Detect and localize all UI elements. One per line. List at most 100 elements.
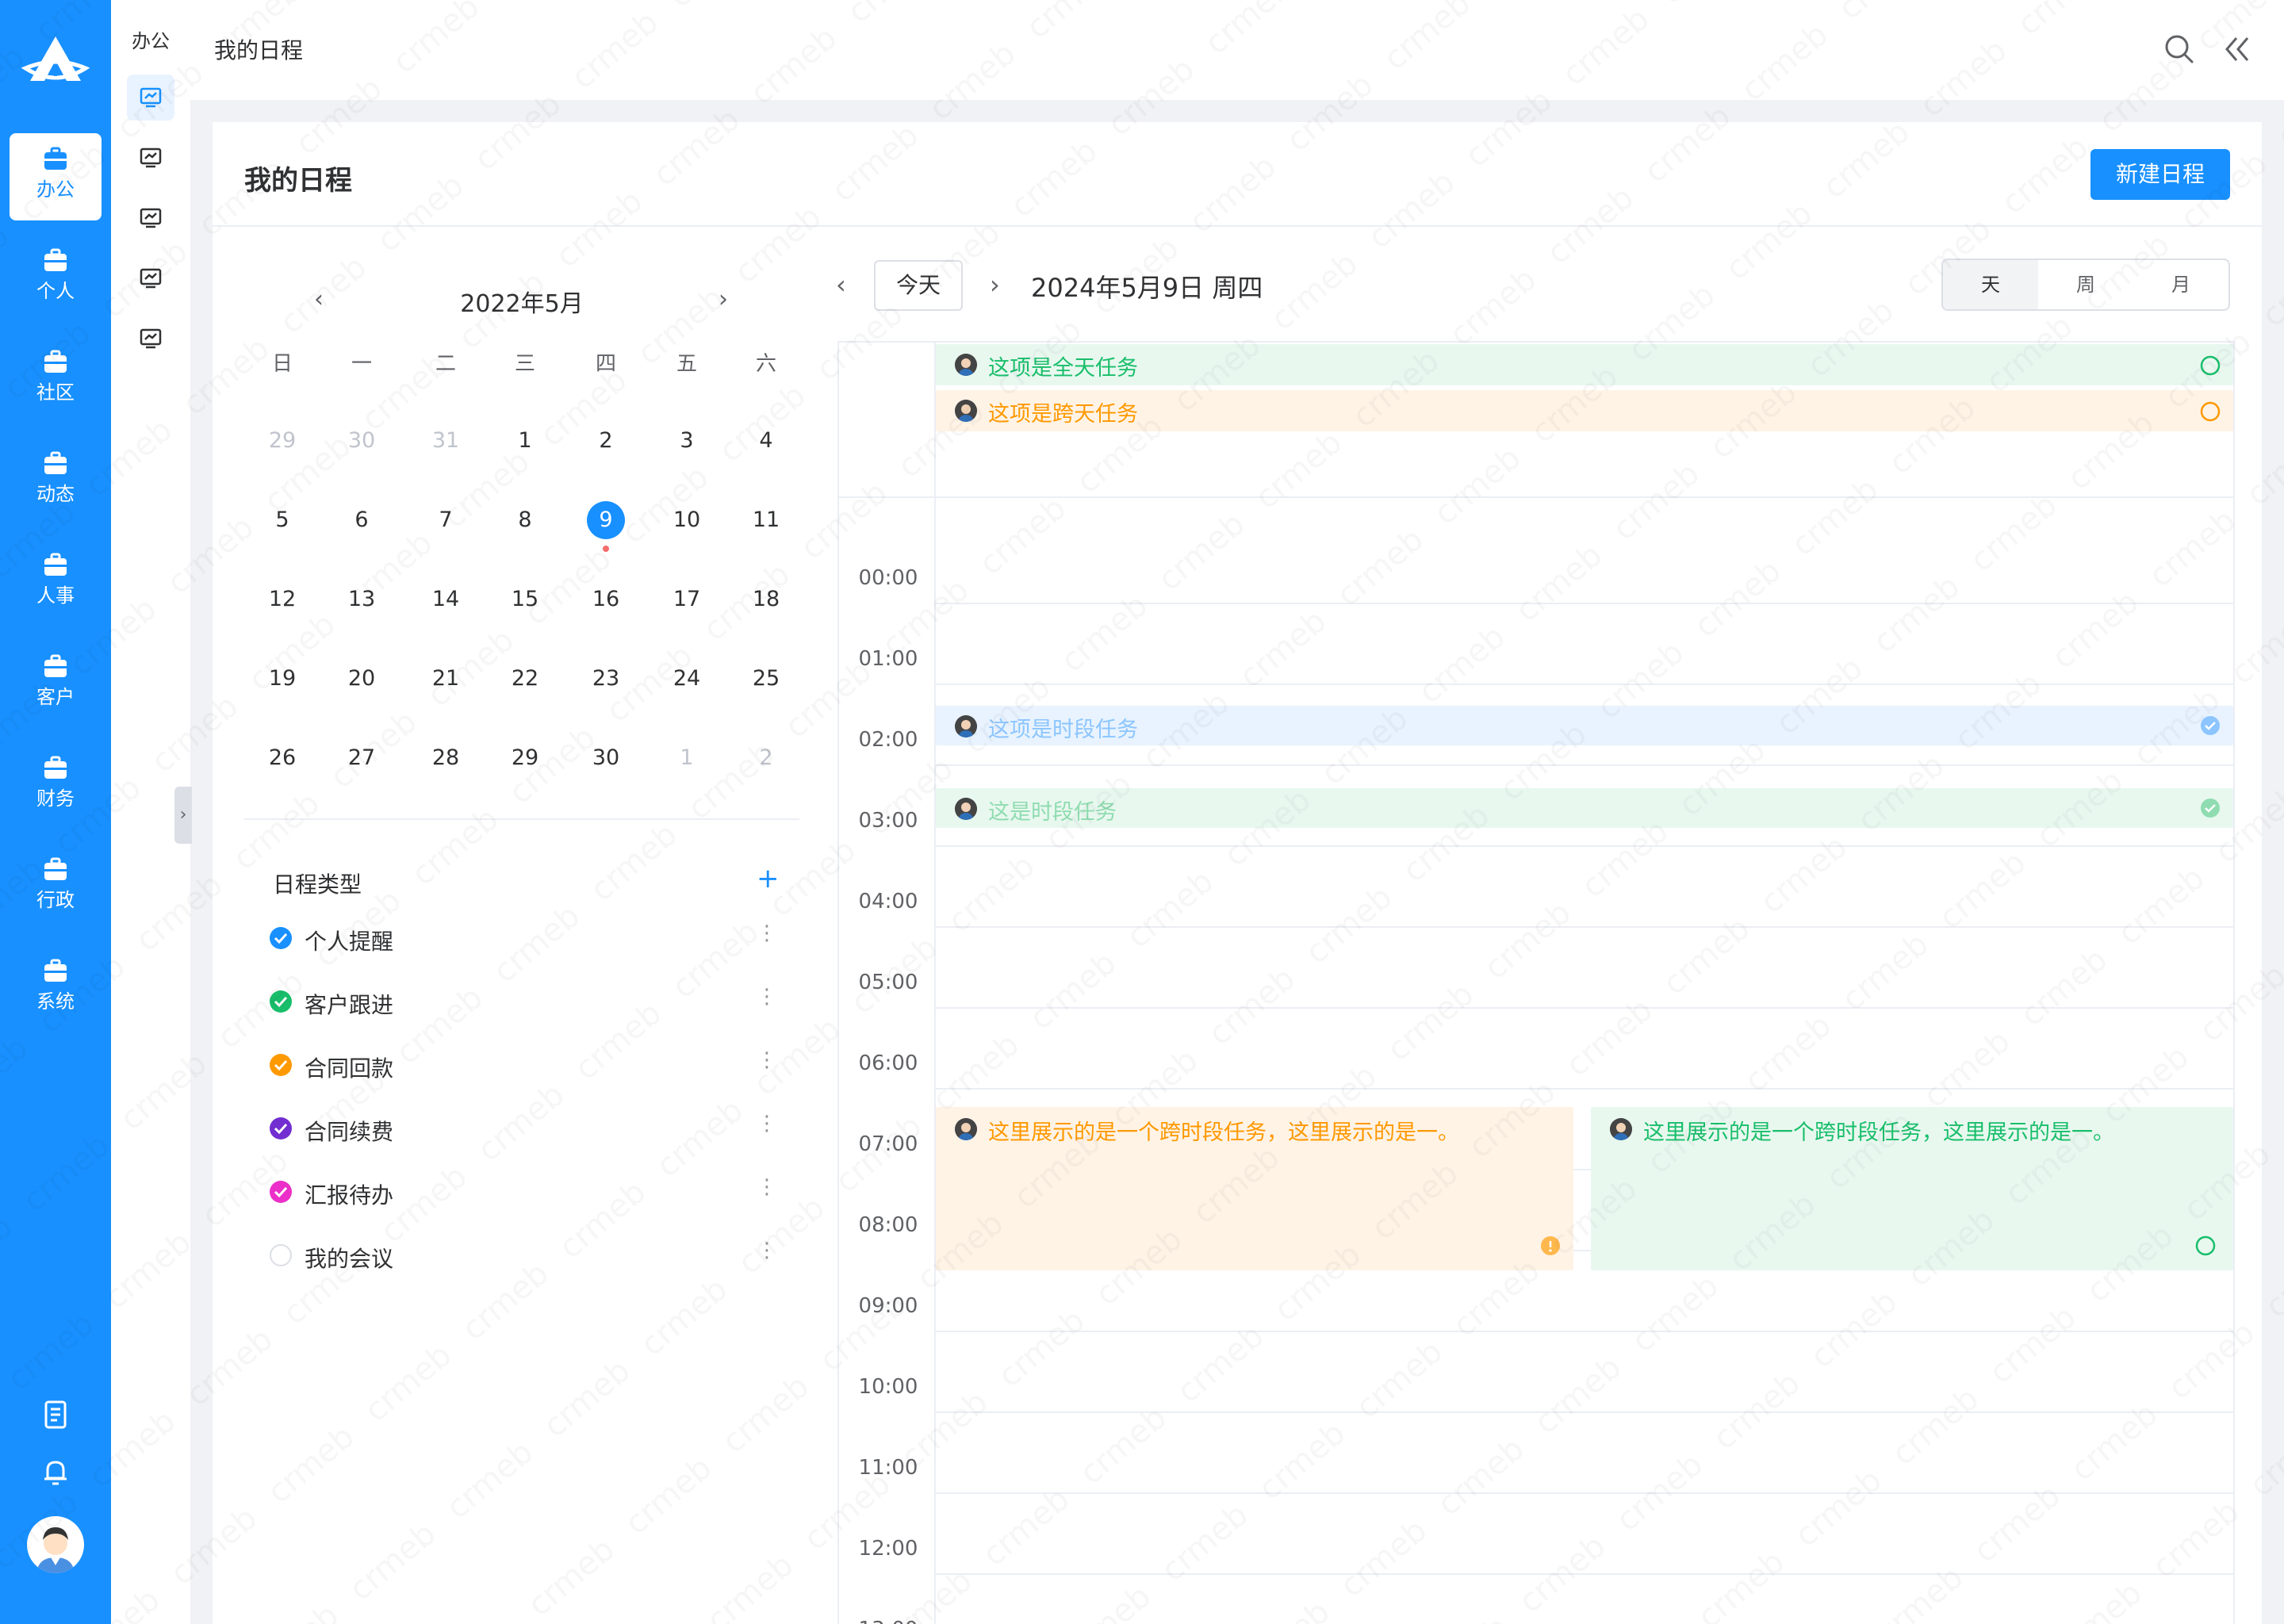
schedule-event[interactable]: 这是时段任务 — [936, 788, 2233, 828]
calendar-day-selected[interactable]: 9 — [582, 496, 630, 544]
warning-icon[interactable] — [1540, 1235, 1561, 1256]
calendar-day[interactable]: 26 — [259, 734, 306, 782]
schedule-type-row[interactable]: 我的会议 ⋮ — [270, 1235, 809, 1275]
calendar-day[interactable]: 5 — [259, 496, 306, 544]
calendar-day[interactable]: 3 — [663, 417, 711, 465]
add-type-button[interactable]: + — [757, 863, 780, 894]
monitor-chart-icon[interactable] — [127, 195, 174, 241]
check-circle-icon[interactable] — [2200, 798, 2221, 818]
schedule-event[interactable]: 这项是跨天任务 — [936, 390, 2233, 431]
calendar-day[interactable]: 21 — [422, 655, 469, 703]
schedule-event[interactable]: 这里展示的是一个跨时段任务，这里展示的是一。 — [1591, 1107, 2233, 1270]
more-options-icon[interactable]: ⋮ — [757, 1175, 777, 1199]
calendar-day[interactable]: 8 — [501, 496, 549, 544]
type-checkbox[interactable] — [270, 990, 292, 1013]
event-avatar — [955, 400, 977, 422]
view-month-tab[interactable]: 月 — [2133, 260, 2228, 309]
search-icon[interactable] — [2162, 32, 2197, 67]
schedule-event[interactable]: 这项是全天任务 — [936, 344, 2233, 385]
type-checkbox[interactable] — [270, 1181, 292, 1203]
prev-day-icon[interactable]: ‹ — [836, 270, 846, 300]
view-week-tab[interactable]: 周 — [2038, 260, 2133, 309]
circle-icon[interactable] — [2195, 1235, 2216, 1256]
sidebar-item[interactable]: 客户 — [10, 641, 102, 728]
sidebar-item[interactable]: 办公 — [10, 133, 102, 220]
sidebar-item[interactable]: 系统 — [10, 945, 102, 1032]
calendar-day[interactable]: 25 — [742, 655, 790, 703]
calendar-day[interactable]: 16 — [582, 576, 630, 623]
more-options-icon[interactable]: ⋮ — [757, 1239, 777, 1262]
calendar-day[interactable]: 14 — [422, 576, 469, 623]
sidebar-item-label: 行政 — [36, 889, 75, 911]
sidebar-item-label: 办公 — [36, 178, 75, 201]
calendar-day[interactable]: 24 — [663, 655, 711, 703]
calendar-day[interactable]: 2 — [742, 734, 790, 782]
app-logo[interactable] — [21, 32, 90, 95]
calendar-day[interactable]: 30 — [582, 734, 630, 782]
monitor-chart-icon[interactable] — [127, 75, 174, 121]
monitor-chart-icon[interactable] — [127, 316, 174, 362]
calendar-day[interactable]: 29 — [259, 417, 306, 465]
more-options-icon[interactable]: ⋮ — [757, 985, 777, 1009]
calendar-day[interactable]: 23 — [582, 655, 630, 703]
calendar-day[interactable]: 17 — [663, 576, 711, 623]
calendar-day[interactable]: 1 — [663, 734, 711, 782]
monitor-chart-icon[interactable] — [127, 135, 174, 181]
new-schedule-button[interactable]: 新建日程 — [2090, 149, 2230, 200]
user-avatar[interactable] — [27, 1516, 84, 1573]
calendar-day[interactable]: 19 — [259, 655, 306, 703]
calendar-day[interactable]: 6 — [338, 496, 385, 544]
calendar-day[interactable]: 20 — [338, 655, 385, 703]
sidebar-item[interactable]: 人事 — [10, 539, 102, 626]
view-day-tab[interactable]: 天 — [1943, 260, 2038, 309]
type-checkbox[interactable] — [270, 1054, 292, 1076]
type-checkbox[interactable] — [270, 1117, 292, 1139]
sidebar-item[interactable]: 行政 — [10, 844, 102, 931]
monitor-chart-icon[interactable] — [127, 255, 174, 301]
calendar-day[interactable]: 27 — [338, 734, 385, 782]
calendar-day[interactable]: 31 — [422, 417, 469, 465]
schedule-type-row[interactable]: 个人提醒 ⋮ — [270, 918, 809, 958]
circle-icon[interactable] — [2200, 355, 2221, 376]
schedule-event[interactable]: 这里展示的是一个跨时段任务，这里展示的是一。 — [936, 1107, 1573, 1270]
calendar-day[interactable]: 30 — [338, 417, 385, 465]
circle-icon[interactable] — [2200, 401, 2221, 422]
sidebar-item[interactable]: 动态 — [10, 438, 102, 525]
calendar-day[interactable]: 10 — [663, 496, 711, 544]
type-checkbox[interactable] — [270, 1244, 292, 1266]
bell-icon[interactable] — [40, 1456, 71, 1488]
calendar-day[interactable]: 18 — [742, 576, 790, 623]
double-chevron-left-icon[interactable] — [2219, 32, 2254, 67]
calendar-day[interactable]: 11 — [742, 496, 790, 544]
calendar-day[interactable]: 29 — [501, 734, 549, 782]
schedule-type-row[interactable]: 汇报待办 ⋮ — [270, 1172, 809, 1212]
calendar-day[interactable]: 2 — [582, 417, 630, 465]
next-month-icon[interactable]: › — [719, 285, 728, 313]
check-circle-icon[interactable] — [2200, 715, 2221, 736]
schedule-type-row[interactable]: 合同续费 ⋮ — [270, 1109, 809, 1148]
type-checkbox[interactable] — [270, 927, 292, 949]
schedule-type-row[interactable]: 合同回款 ⋮ — [270, 1045, 809, 1085]
today-button[interactable]: 今天 — [874, 260, 963, 311]
schedule-type-row[interactable]: 客户跟进 ⋮ — [270, 982, 809, 1021]
notebook-icon[interactable] — [40, 1399, 71, 1431]
calendar-day[interactable]: 13 — [338, 576, 385, 623]
sidebar-item[interactable]: 财务 — [10, 742, 102, 829]
calendar-day[interactable]: 22 — [501, 655, 549, 703]
calendar-day[interactable]: 15 — [501, 576, 549, 623]
more-options-icon[interactable]: ⋮ — [757, 1048, 777, 1072]
sidebar-item[interactable]: 社区 — [10, 336, 102, 423]
type-label: 合同续费 — [305, 1119, 394, 1145]
calendar-day[interactable]: 7 — [422, 496, 469, 544]
collapse-tab[interactable]: › — [174, 787, 192, 844]
more-options-icon[interactable]: ⋮ — [757, 1112, 777, 1136]
calendar-day[interactable]: 12 — [259, 576, 306, 623]
weekday-label: 五 — [676, 352, 697, 376]
sidebar-item[interactable]: 个人 — [10, 235, 102, 322]
schedule-event[interactable]: 这项是时段任务 — [936, 706, 2233, 745]
calendar-day[interactable]: 1 — [501, 417, 549, 465]
more-options-icon[interactable]: ⋮ — [757, 921, 777, 945]
calendar-day[interactable]: 28 — [422, 734, 469, 782]
calendar-day[interactable]: 4 — [742, 417, 790, 465]
next-day-icon[interactable]: › — [990, 270, 1000, 300]
